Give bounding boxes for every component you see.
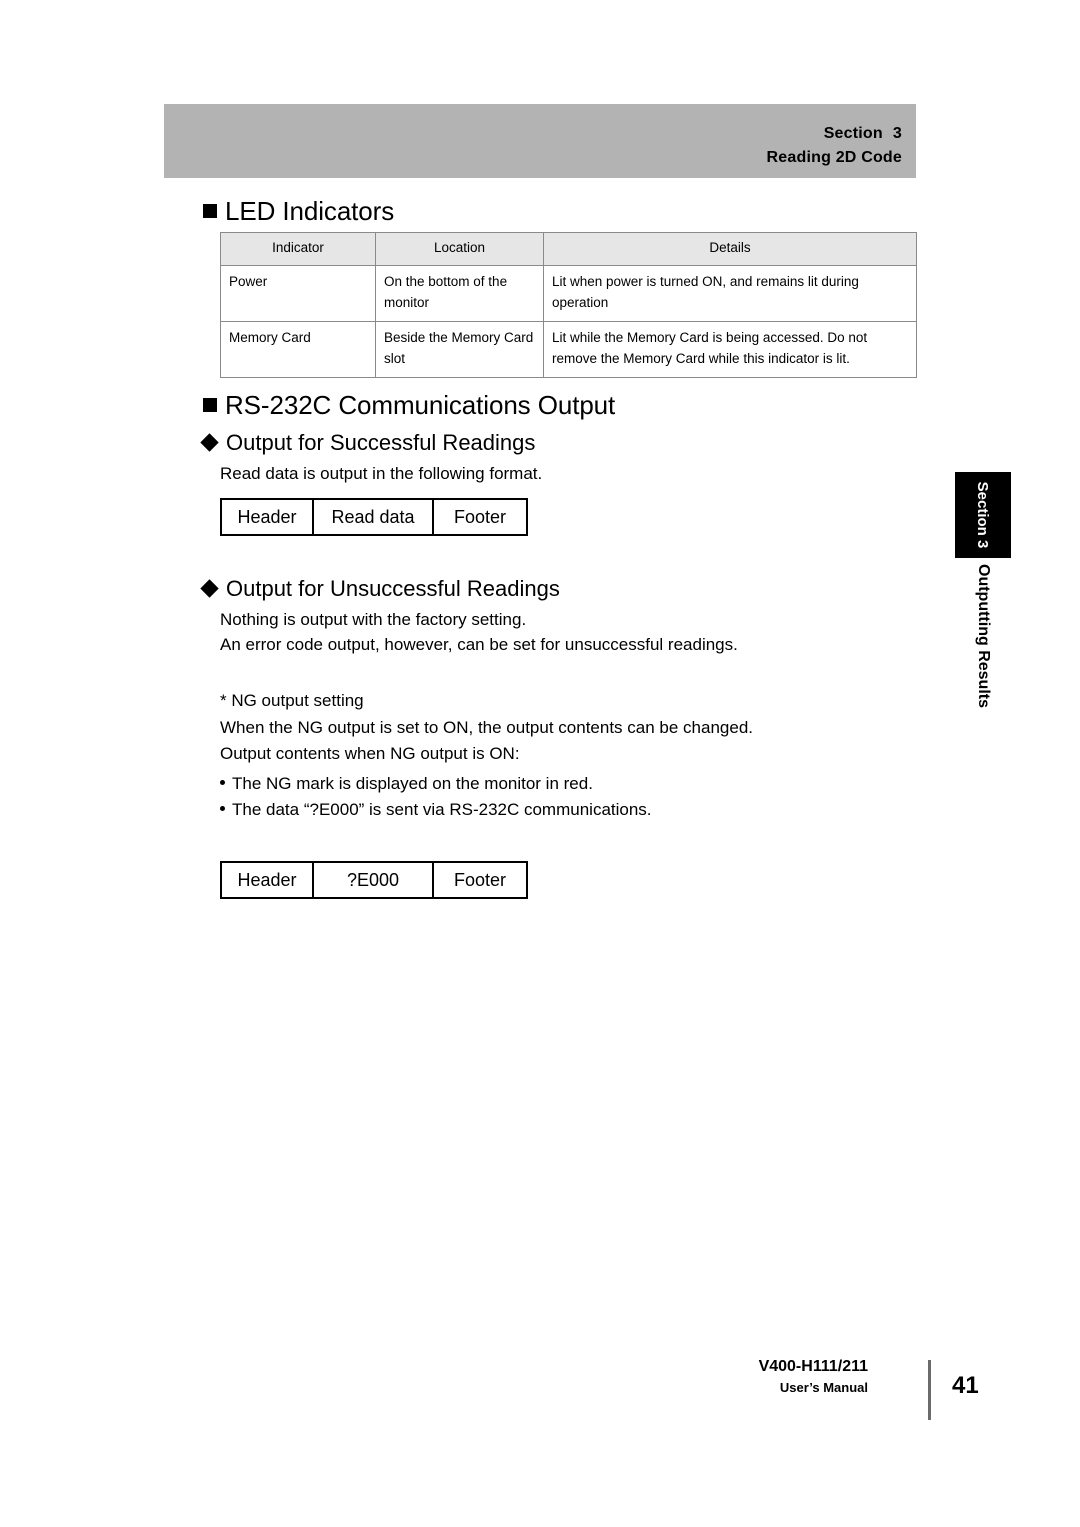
heading-unsuccessful-readings-label: Output for Unsuccessful Readings bbox=[226, 576, 560, 601]
heading-unsuccessful-readings: Output for Unsuccessful Readings bbox=[200, 576, 560, 602]
dot-bullet-icon bbox=[220, 780, 225, 785]
cell-details-power-line1: Lit when power is turned ON, and remains… bbox=[552, 273, 859, 289]
side-tab-subtitle-area: Outputting Results bbox=[955, 558, 1011, 758]
cell-location-power-line1: On the bottom of the bbox=[384, 273, 508, 289]
side-tab-box: Section 3 bbox=[955, 472, 1011, 558]
header-section-word: Section bbox=[823, 125, 883, 142]
list-item-ng-mark: The NG mark is displayed on the monitor … bbox=[220, 774, 593, 794]
cell-location-memory-card: Beside the Memory Card slot bbox=[375, 320, 544, 378]
column-header-details: Details bbox=[543, 232, 917, 266]
cell-location-power: On the bottom of the monitor bbox=[375, 264, 544, 322]
format-cell-footer: Footer bbox=[453, 869, 507, 890]
side-tab-section-label: Section 3 bbox=[974, 481, 992, 549]
list-item-error-data: The data “?E000” is sent via RS-232C com… bbox=[220, 800, 652, 820]
led-indicators-table: Indicator Location Details Power On the … bbox=[220, 232, 917, 378]
format-box-unsuccessful: Header ?E000 Footer bbox=[220, 861, 528, 899]
cell-details-power-line2: operation bbox=[552, 294, 609, 310]
heading-rs232c-output: RS-232C Communications Output bbox=[203, 390, 615, 421]
cell-indicator-power: Power bbox=[220, 264, 376, 322]
format-box-successful: Header Read data Footer bbox=[220, 498, 528, 536]
footer-divider bbox=[928, 1360, 931, 1420]
footer-page-number: 41 bbox=[952, 1372, 979, 1399]
header-chapter-title: Reading 2D Code bbox=[766, 149, 902, 166]
side-tab-subtitle-label: Outputting Results bbox=[975, 564, 992, 708]
text-ng-output-note-title: * NG output setting bbox=[220, 691, 364, 710]
text-unsuccessful-line1: Nothing is output with the factory setti… bbox=[220, 610, 527, 629]
cell-details-power: Lit when power is turned ON, and remains… bbox=[543, 264, 917, 322]
header-section-number: 3 bbox=[892, 125, 902, 142]
page-footer: V400-H111/211 User’s Manual 41 bbox=[640, 1358, 980, 1428]
footer-model-number: V400-H111/211 bbox=[758, 1358, 868, 1375]
footer-manual-label: User’s Manual bbox=[779, 1380, 868, 1395]
heading-successful-readings-label: Output for Successful Readings bbox=[226, 430, 536, 455]
column-header-location: Location bbox=[375, 232, 544, 266]
text-unsuccessful-line2: An error code output, however, can be se… bbox=[220, 635, 738, 654]
table-row: Power On the bottom of the monitor Lit w… bbox=[220, 264, 917, 322]
heading-led-indicators-label: LED Indicators bbox=[225, 196, 395, 226]
column-header-indicator: Indicator bbox=[220, 232, 376, 266]
format-cell-header: Header bbox=[222, 863, 314, 897]
format-cell-footer: Footer bbox=[453, 506, 507, 527]
header-section-label: Section 3 bbox=[824, 125, 902, 143]
text-ng-output-line2: Output contents when NG output is ON: bbox=[220, 744, 520, 763]
cell-location-power-line2: monitor bbox=[384, 294, 430, 310]
table-row: Memory Card Beside the Memory Card slot … bbox=[220, 320, 917, 378]
page-header-band: Section 3 Reading 2D Code bbox=[164, 104, 916, 178]
cell-indicator-memory-card: Memory Card bbox=[220, 320, 376, 378]
heading-rs232c-output-label: RS-232C Communications Output bbox=[225, 390, 616, 420]
text-successful-intro: Read data is output in the following for… bbox=[220, 464, 543, 483]
diamond-bullet-icon bbox=[200, 433, 219, 452]
cell-details-memory-card: Lit while the Memory Card is being acces… bbox=[543, 320, 917, 378]
diamond-bullet-icon bbox=[200, 579, 219, 598]
square-bullet-icon bbox=[203, 398, 217, 412]
side-section-tab: Section 3 Outputting Results bbox=[955, 472, 1011, 758]
format-cell-read-data: Read data bbox=[314, 500, 434, 534]
cell-location-memory-card-line2: slot bbox=[384, 350, 406, 366]
heading-successful-readings: Output for Successful Readings bbox=[200, 430, 536, 456]
list-item-error-data-label: The data “?E000” is sent via RS-232C com… bbox=[232, 800, 652, 819]
cell-details-memory-card-line2: remove the Memory Card while this indica… bbox=[552, 350, 850, 366]
heading-led-indicators: LED Indicators bbox=[203, 196, 394, 227]
format-cell-error-code: ?E000 bbox=[314, 863, 434, 897]
list-item-ng-mark-label: The NG mark is displayed on the monitor … bbox=[232, 774, 593, 793]
square-bullet-icon bbox=[203, 204, 217, 218]
table-header-row: Indicator Location Details bbox=[220, 232, 917, 266]
dot-bullet-icon bbox=[220, 806, 225, 811]
format-cell-header: Header bbox=[222, 500, 314, 534]
text-ng-output-line1: When the NG output is set to ON, the out… bbox=[220, 718, 753, 737]
cell-location-memory-card-line1: Beside the Memory Card bbox=[384, 329, 534, 345]
cell-details-memory-card-line1: Lit while the Memory Card is being acces… bbox=[552, 329, 868, 345]
